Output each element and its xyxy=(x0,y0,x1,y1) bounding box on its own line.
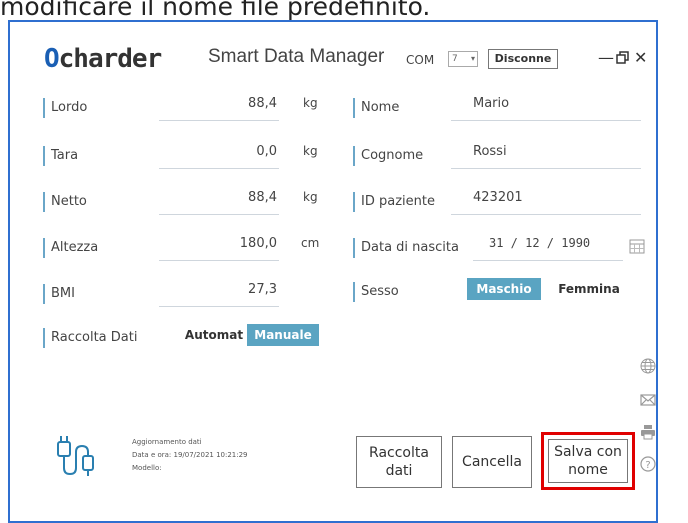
field-data-nascita: Data di nascita 31 / 12 / 1990 xyxy=(353,234,645,261)
field-label: Netto xyxy=(43,192,87,212)
field-value: 180,0 xyxy=(239,236,277,251)
restore-button[interactable] xyxy=(616,48,630,69)
help-icon[interactable]: ? xyxy=(640,456,656,472)
sesso-row: Sesso Maschio Femmina xyxy=(353,278,643,302)
field-tara: Tara 0,0 kg xyxy=(43,142,323,169)
print-icon[interactable] xyxy=(640,424,656,440)
caption-text: modificare il nome file predefinito. xyxy=(0,0,431,21)
field-label: Cognome xyxy=(353,146,423,166)
minimize-button[interactable]: — xyxy=(598,48,614,67)
mail-icon[interactable] xyxy=(640,392,656,408)
restore-icon xyxy=(616,51,629,64)
field-label: Data di nascita xyxy=(353,238,459,258)
field-label: Raccolta Dati xyxy=(43,328,137,348)
toggle-automatico[interactable]: Automat xyxy=(181,324,247,346)
globe-icon[interactable] xyxy=(640,358,656,374)
field-label: Nome xyxy=(353,98,399,118)
calendar-icon[interactable] xyxy=(629,238,645,254)
chevron-down-icon: ▾ xyxy=(470,54,475,63)
field-unit: kg xyxy=(303,96,318,110)
field-value: 88,4 xyxy=(248,190,277,205)
field-value[interactable]: Mario xyxy=(473,96,509,111)
app-window: Ocharder Smart Data Manager COM 7 ▾ Disco… xyxy=(8,20,658,523)
com-label: COM xyxy=(406,53,435,67)
app-title: Smart Data Manager xyxy=(208,46,385,67)
field-value: 27,3 xyxy=(248,282,277,297)
cancella-button[interactable]: Cancella xyxy=(452,436,532,488)
field-cognome: Cognome Rossi xyxy=(353,142,643,169)
svg-text:?: ? xyxy=(645,460,650,471)
field-unit: cm xyxy=(301,236,320,250)
toggle-femmina[interactable]: Femmina xyxy=(549,278,629,300)
field-id-paziente: ID paziente 423201 xyxy=(353,188,643,215)
update-info: Aggiornamento dati Data e ora: 19/07/202… xyxy=(132,438,248,472)
field-bmi: BMI 27,3 xyxy=(43,280,323,307)
field-altezza: Altezza 180,0 cm xyxy=(43,234,323,261)
raccolta-dati-button[interactable]: Raccolta dati xyxy=(356,436,442,488)
field-label: Altezza xyxy=(43,238,98,258)
date-input[interactable]: 31 / 12 / 1990 xyxy=(489,236,590,250)
field-value[interactable]: 423201 xyxy=(473,190,523,205)
field-label: Lordo xyxy=(43,98,87,118)
field-unit: kg xyxy=(303,190,318,204)
field-unit: kg xyxy=(303,144,318,158)
field-netto: Netto 88,4 kg xyxy=(43,188,323,215)
toggle-maschio[interactable]: Maschio xyxy=(467,278,541,300)
com-port-select[interactable]: 7 ▾ xyxy=(448,51,478,67)
field-nome: Nome Mario xyxy=(353,94,643,121)
raccolta-dati-row: Raccolta Dati Automat Manuale xyxy=(43,324,323,348)
field-label: Tara xyxy=(43,146,78,166)
field-value: 88,4 xyxy=(248,96,277,111)
field-label: Sesso xyxy=(353,282,399,302)
usb-connection-icon xyxy=(57,436,94,476)
field-label: BMI xyxy=(43,284,75,304)
disconnect-button[interactable]: Disconne xyxy=(488,49,558,69)
field-value: 0,0 xyxy=(256,144,277,159)
field-label: ID paziente xyxy=(353,192,435,212)
close-button[interactable]: ✕ xyxy=(634,48,647,67)
charder-logo: Ocharder xyxy=(44,44,162,74)
salva-con-nome-button[interactable]: Salva con nome xyxy=(541,432,635,490)
field-lordo: Lordo 88,4 kg xyxy=(43,94,323,121)
toggle-manuale[interactable]: Manuale xyxy=(247,324,319,346)
field-value[interactable]: Rossi xyxy=(473,144,507,159)
